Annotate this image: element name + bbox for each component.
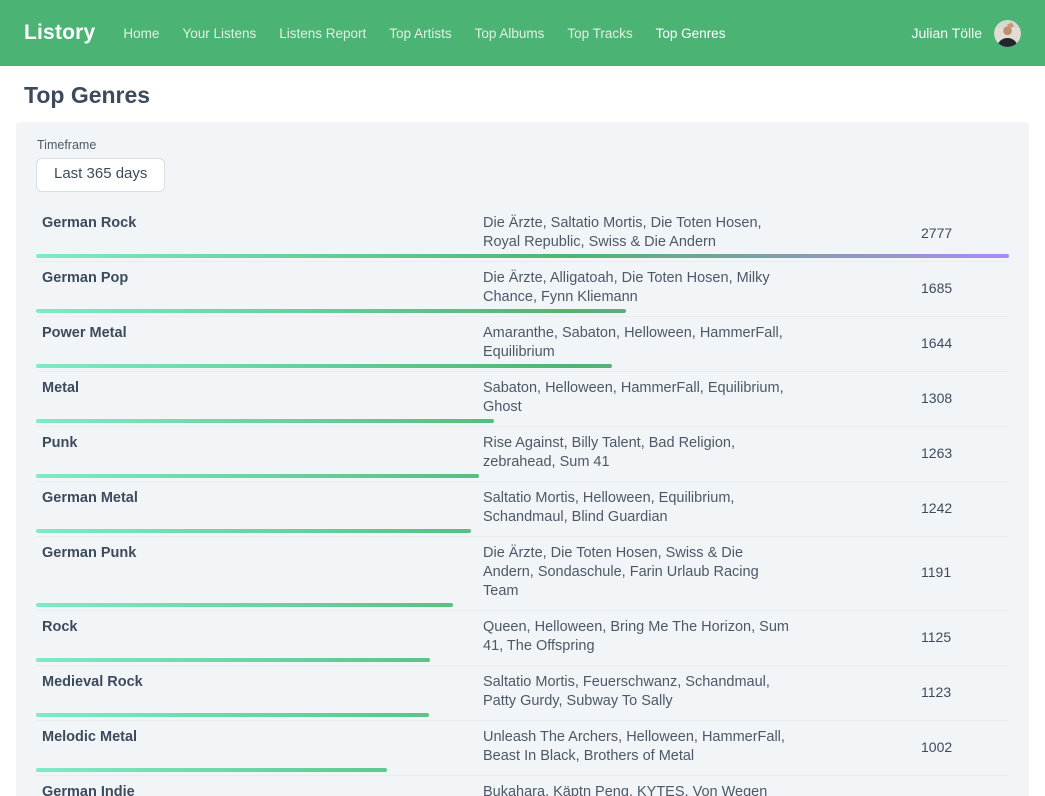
genre-bar-track — [36, 254, 1009, 258]
genre-bar — [36, 713, 429, 717]
genre-artists: Rise Against, Billy Talent, Bad Religion… — [483, 434, 791, 472]
genre-artists: Saltatio Mortis, Feuerschwanz, Schandmau… — [483, 673, 791, 711]
genres-table: German Rock Die Ärzte, Saltatio Mortis, … — [36, 207, 1009, 796]
genre-name: Melodic Metal — [36, 728, 483, 766]
genre-bar — [36, 419, 494, 423]
genre-bar-track — [36, 603, 1009, 607]
genre-row: Rock Queen, Helloween, Bring Me The Hori… — [36, 611, 1009, 666]
genre-count: 1685 — [791, 280, 1009, 296]
genre-count: 1263 — [791, 445, 1009, 461]
genre-name: Punk — [36, 434, 483, 472]
genre-name: German Rock — [36, 214, 483, 252]
genre-artists: Unleash The Archers, Helloween, HammerFa… — [483, 728, 791, 766]
genre-bar — [36, 768, 387, 772]
nav-item-listens-report[interactable]: Listens Report — [279, 26, 366, 41]
genre-row: German Metal Saltatio Mortis, Helloween,… — [36, 482, 1009, 537]
genre-artists: Sabaton, Helloween, HammerFall, Equilibr… — [483, 379, 791, 417]
brand-logo[interactable]: Listory — [24, 21, 95, 45]
genre-row: Melodic Metal Unleash The Archers, Hello… — [36, 721, 1009, 776]
genre-bar — [36, 254, 1009, 258]
genre-count: 1644 — [791, 335, 1009, 351]
genre-bar-track — [36, 309, 1009, 313]
genre-count: 1242 — [791, 500, 1009, 516]
nav-item-top-albums[interactable]: Top Albums — [475, 26, 545, 41]
genre-name: Rock — [36, 618, 483, 656]
genre-row: Power Metal Amaranthe, Sabaton, Hellowee… — [36, 317, 1009, 372]
nav-item-your-listens[interactable]: Your Listens — [182, 26, 256, 41]
genre-bar-track — [36, 529, 1009, 533]
page-title: Top Genres — [24, 82, 1045, 108]
user-name[interactable]: Julian Tölle — [911, 25, 982, 41]
top-genres-card: Timeframe Last 365 days German Rock Die … — [16, 122, 1029, 796]
user-avatar[interactable] — [994, 20, 1021, 47]
genre-bar — [36, 529, 471, 533]
genre-bar-track — [36, 658, 1009, 662]
genre-bar-track — [36, 419, 1009, 423]
genre-row: German Pop Die Ärzte, Alligatoah, Die To… — [36, 262, 1009, 317]
genre-name: Medieval Rock — [36, 673, 483, 711]
genre-bar-track — [36, 474, 1009, 478]
genre-artists: Die Ärzte, Alligatoah, Die Toten Hosen, … — [483, 269, 791, 307]
genre-bar-track — [36, 768, 1009, 772]
genre-row: Punk Rise Against, Billy Talent, Bad Rel… — [36, 427, 1009, 482]
app-header: Listory Home Your Listens Listens Report To… — [0, 0, 1045, 66]
genre-row: German Punk Die Ärzte, Die Toten Hosen, … — [36, 537, 1009, 611]
genre-artists: Amaranthe, Sabaton, Helloween, HammerFal… — [483, 324, 791, 362]
genre-name: German Punk — [36, 544, 483, 601]
genre-name: German Indie — [36, 783, 483, 796]
genre-name: German Metal — [36, 489, 483, 527]
nav-item-top-artists[interactable]: Top Artists — [389, 26, 451, 41]
genre-bar — [36, 474, 479, 478]
genre-count: 2777 — [791, 225, 1009, 241]
genre-bar — [36, 309, 626, 313]
genre-artists: Die Ärzte, Saltatio Mortis, Die Toten Ho… — [483, 214, 791, 252]
genre-name: German Pop — [36, 269, 483, 307]
genre-bar — [36, 364, 612, 368]
genre-count: 1002 — [791, 739, 1009, 755]
genre-count: 1123 — [791, 684, 1009, 700]
genre-artists: Queen, Helloween, Bring Me The Horizon, … — [483, 618, 791, 656]
genre-bar — [36, 603, 453, 607]
genre-count: 1125 — [791, 629, 1009, 645]
genre-name: Metal — [36, 379, 483, 417]
genre-row: Metal Sabaton, Helloween, HammerFall, Eq… — [36, 372, 1009, 427]
nav-item-top-tracks[interactable]: Top Tracks — [567, 26, 632, 41]
genre-bar-track — [36, 713, 1009, 717]
genre-row: Medieval Rock Saltatio Mortis, Feuerschw… — [36, 666, 1009, 721]
timeframe-select-button[interactable]: Last 365 days — [36, 158, 165, 192]
main-nav: Home Your Listens Listens Report Top Artist… — [123, 26, 911, 41]
genre-artists: Saltatio Mortis, Helloween, Equilibrium,… — [483, 489, 791, 527]
genre-artists: Bukahara, Käptn Peng, KYTES, Von Wegen L… — [483, 783, 791, 796]
genre-name: Power Metal — [36, 324, 483, 362]
genre-count: 1191 — [791, 564, 1009, 580]
genre-row: German Indie Bukahara, Käptn Peng, KYTES… — [36, 776, 1009, 796]
genre-count: 1308 — [791, 390, 1009, 406]
nav-item-top-genres[interactable]: Top Genres — [656, 26, 726, 41]
genre-bar — [36, 658, 430, 662]
nav-item-home[interactable]: Home — [123, 26, 159, 41]
genre-bar-track — [36, 364, 1009, 368]
genre-row: German Rock Die Ärzte, Saltatio Mortis, … — [36, 207, 1009, 262]
timeframe-label: Timeframe — [37, 138, 1009, 152]
main-content: Top Genres Timeframe Last 365 days Germa… — [0, 82, 1045, 796]
genre-artists: Die Ärzte, Die Toten Hosen, Swiss & Die … — [483, 544, 791, 601]
